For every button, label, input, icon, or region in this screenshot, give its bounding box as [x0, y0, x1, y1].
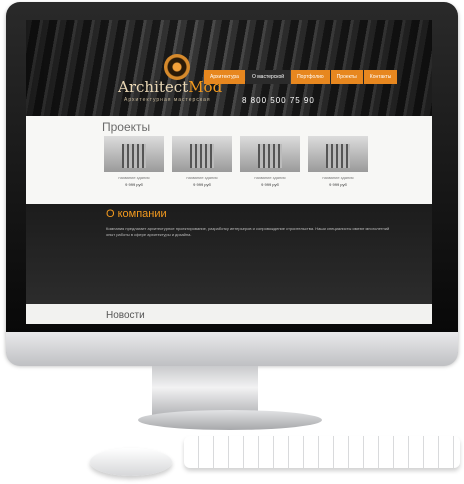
project-price: 9 999 руб	[329, 182, 347, 187]
project-name: название здания	[186, 175, 218, 180]
nav-item-about[interactable]: О мастерской	[245, 70, 291, 84]
project-card[interactable]: название здания 9 999 руб	[104, 136, 164, 187]
site-header	[26, 20, 432, 116]
stand-base	[138, 410, 322, 430]
projects-section: Проекты название здания 9 999 руб назван…	[26, 116, 432, 204]
nav-item-portfolio[interactable]: Портфолио	[291, 70, 330, 84]
project-price: 9 999 руб	[261, 182, 279, 187]
imac-illustration: ArchitectMod Архитектурная мастерская Ар…	[0, 0, 464, 484]
project-price: 9 999 руб	[125, 182, 143, 187]
project-name: название здания	[254, 175, 286, 180]
about-text: Компания предлагает архитектурное проект…	[106, 226, 390, 237]
monitor-chin	[6, 332, 458, 366]
project-thumbnail[interactable]	[172, 136, 232, 172]
nav-item-projects[interactable]: Проекты	[330, 70, 363, 84]
keyboard-icon	[184, 436, 460, 468]
projects-title: Проекты	[102, 120, 151, 134]
news-section: Новости	[26, 304, 432, 324]
site-slogan: Архитектурная мастерская	[124, 97, 211, 103]
nav-item-contacts[interactable]: Контакты	[363, 70, 398, 84]
news-title: Новости	[106, 310, 145, 321]
project-name: название здания	[118, 175, 150, 180]
project-cards: название здания 9 999 руб название здани…	[104, 136, 368, 187]
project-price: 9 999 руб	[193, 182, 211, 187]
project-name: название здания	[322, 175, 354, 180]
main-nav: Архитектура О мастерской Портфолио Проек…	[204, 70, 398, 84]
project-thumbnail[interactable]	[308, 136, 368, 172]
screen: ArchitectMod Архитектурная мастерская Ар…	[26, 20, 432, 324]
project-card[interactable]: название здания 9 999 руб	[308, 136, 368, 187]
logo-emblem-icon[interactable]	[164, 54, 190, 80]
project-thumbnail[interactable]	[240, 136, 300, 172]
header-phone[interactable]: 8 800 500 75 90	[242, 96, 315, 105]
project-card[interactable]: название здания 9 999 руб	[240, 136, 300, 187]
nav-item-architecture[interactable]: Архитектура	[204, 70, 245, 84]
mouse-icon	[90, 448, 172, 476]
about-section: О компании Компания предлагает архитекту…	[26, 204, 432, 304]
project-card[interactable]: название здания 9 999 руб	[172, 136, 232, 187]
about-title: О компании	[106, 208, 167, 220]
project-thumbnail[interactable]	[104, 136, 164, 172]
